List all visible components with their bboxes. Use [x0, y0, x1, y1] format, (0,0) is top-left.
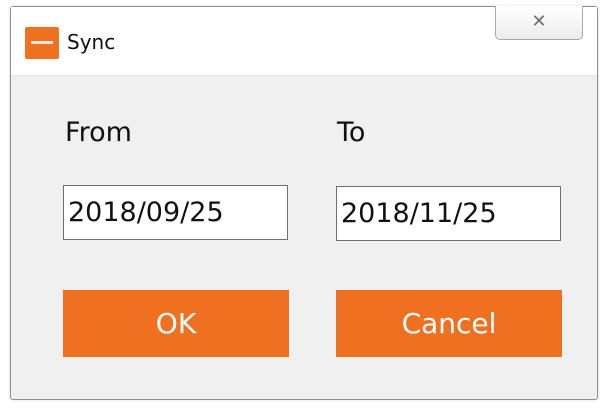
window-title: Sync [67, 30, 116, 54]
to-date-input[interactable] [336, 186, 561, 241]
close-button[interactable]: ✕ [495, 6, 583, 40]
app-logo-icon [25, 27, 59, 59]
sync-dialog: Sync ✕ From To OK Cancel [10, 6, 598, 400]
from-label: From [65, 117, 132, 148]
ok-button[interactable]: OK [63, 290, 289, 357]
close-icon: ✕ [531, 11, 547, 32]
to-label: To [337, 117, 366, 148]
title-bar: Sync ✕ [11, 6, 597, 76]
app-logo-mark [31, 41, 53, 44]
cancel-button[interactable]: Cancel [336, 290, 562, 357]
from-date-input[interactable] [63, 185, 288, 240]
